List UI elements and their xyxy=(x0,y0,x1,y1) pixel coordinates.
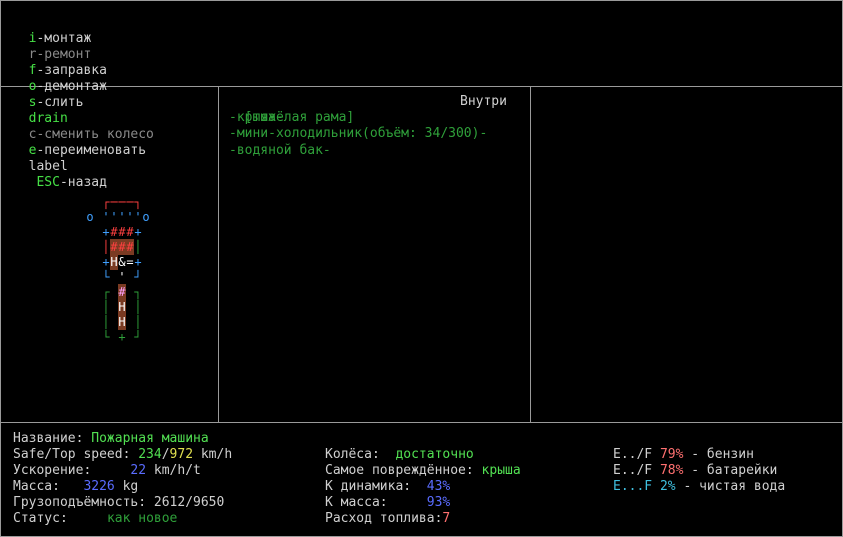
vehicle-tile[interactable]: o xyxy=(86,209,94,225)
vehicle-tile[interactable]: ┐ xyxy=(134,194,142,210)
vehicle-tile[interactable]: o xyxy=(142,209,150,225)
vehicle-tile[interactable]: ' xyxy=(102,209,110,225)
vehicle-tile[interactable]: # xyxy=(118,284,126,300)
hotkey-refill[interactable]: f-заправка xyxy=(29,63,107,78)
accel-row: Ускорение: 22 km/h/t xyxy=(13,463,201,478)
vehicle-tile[interactable]: # xyxy=(118,239,126,255)
part-item-roof[interactable]: -крыша- xyxy=(229,110,284,126)
tank-water: E...F 2% - чистая вода xyxy=(613,479,786,494)
hotkey-siphon[interactable]: s-слить xyxy=(29,95,84,110)
vehicle-tile[interactable]: │ xyxy=(134,239,142,255)
hotkey-back[interactable]: ESC-назад xyxy=(29,175,106,190)
vehicle-tile[interactable]: ' xyxy=(110,209,118,225)
vehicle-tile[interactable]: + xyxy=(134,254,142,270)
vehicle-tile[interactable]: + xyxy=(102,254,110,270)
vehicle-tile[interactable]: │ xyxy=(134,314,142,330)
vehicle-tile[interactable]: + xyxy=(102,224,110,240)
vehicle-tile[interactable]: ' xyxy=(118,269,126,285)
wheels-row: Колёса: достаточно xyxy=(325,447,474,462)
hotkey-repair[interactable]: r-ремонт xyxy=(29,47,92,62)
vehicle-tile[interactable]: H xyxy=(118,314,126,330)
vehicle-tile[interactable]: ─ xyxy=(110,194,118,210)
mass-row: Масса: 3226 kg xyxy=(13,479,139,494)
speed-row: Safe/Top speed: 234/972 km/h xyxy=(13,447,233,462)
vehicle-tile[interactable]: ' xyxy=(126,209,134,225)
part-item-minifridge[interactable]: -мини-холодильник(объём: 34/300)- xyxy=(229,126,487,142)
vehicle-tile[interactable]: └ xyxy=(102,269,110,285)
vehicle-tile[interactable]: & xyxy=(118,254,126,270)
vehicle-tile[interactable]: H xyxy=(118,299,126,315)
cargo-row: Грузоподъёмность: 2612/9650 xyxy=(13,495,225,510)
vehicle-tile[interactable]: # xyxy=(126,239,134,255)
vehicle-tile[interactable]: # xyxy=(126,224,134,240)
vehicle-tile[interactable]: │ xyxy=(102,239,110,255)
tank-gasoline: E../F 79% - бензин xyxy=(613,447,754,462)
vehicle-tile[interactable]: # xyxy=(118,224,126,240)
vehicle-tile[interactable]: ─ xyxy=(126,194,134,210)
vehicle-tile[interactable]: ─ xyxy=(118,194,126,210)
damaged-row: Самое повреждённое: крыша xyxy=(325,463,521,478)
kdyn-row: К динамика: 43% xyxy=(325,479,451,494)
vehicle-tile[interactable]: ' xyxy=(118,209,126,225)
hotkey-change-wheel[interactable]: c-сменить колесо xyxy=(29,127,154,142)
part-item-water-tank[interactable]: -водяной бак- xyxy=(229,143,331,159)
vehicle-tile[interactable]: ┌ xyxy=(102,284,110,300)
vehicle-tile[interactable]: H xyxy=(110,254,118,270)
fuel-usage-row: Расход топлива:7 xyxy=(325,511,451,526)
vehicle-tile[interactable]: ┌ xyxy=(102,194,110,210)
vehicle-tile[interactable]: ┘ xyxy=(134,329,142,345)
vehicle-name: Пожарная машина xyxy=(91,431,209,446)
vehicle-tile[interactable]: │ xyxy=(102,314,110,330)
vehicle-tile[interactable]: # xyxy=(110,239,118,255)
vehicle-map[interactable]: ┌ ─ ─ ─ ┐ o ' ' ' ' ' o + # # # + │ # # # │ + H & = + └ ' ┘ ┌ # ┐ │ H │ │ H │ └… xyxy=(86,194,156,346)
inside-label: Внутри xyxy=(460,94,507,109)
vehicle-tile[interactable]: + xyxy=(118,329,126,345)
tank-battery: E../F 78% - батарейки xyxy=(613,463,778,478)
vehicle-tile[interactable]: # xyxy=(110,224,118,240)
state-row: Статус: как новое xyxy=(13,511,178,526)
vehicle-tile[interactable]: ┘ xyxy=(134,269,142,285)
kmass-row: К масса: 93% xyxy=(325,495,451,510)
hotkey-label[interactable]: label xyxy=(29,159,68,174)
hotkey-drain[interactable]: drain xyxy=(29,111,68,126)
hotkey-install[interactable]: i-монтаж xyxy=(29,31,92,46)
hotkey-bar: i-монтаж r-ремонт f-заправка o-демонтаж … xyxy=(13,15,154,191)
vehicle-tile[interactable]: └ xyxy=(102,329,110,345)
vehicle-tile[interactable]: ┐ xyxy=(134,284,142,300)
hotkey-rename[interactable]: e-переименовать xyxy=(29,143,146,158)
name-row: Название: Пожарная машина xyxy=(13,431,209,446)
hotkey-remove[interactable]: o-демонтаж xyxy=(29,79,107,94)
vehicle-tile[interactable]: │ xyxy=(134,299,142,315)
vehicle-tile[interactable]: │ xyxy=(102,299,110,315)
right-info-frame xyxy=(530,86,843,423)
vehicle-tile[interactable]: + xyxy=(134,224,142,240)
vehicle-tile[interactable]: = xyxy=(126,254,134,270)
vehicle-tile[interactable]: ' xyxy=(134,209,142,225)
